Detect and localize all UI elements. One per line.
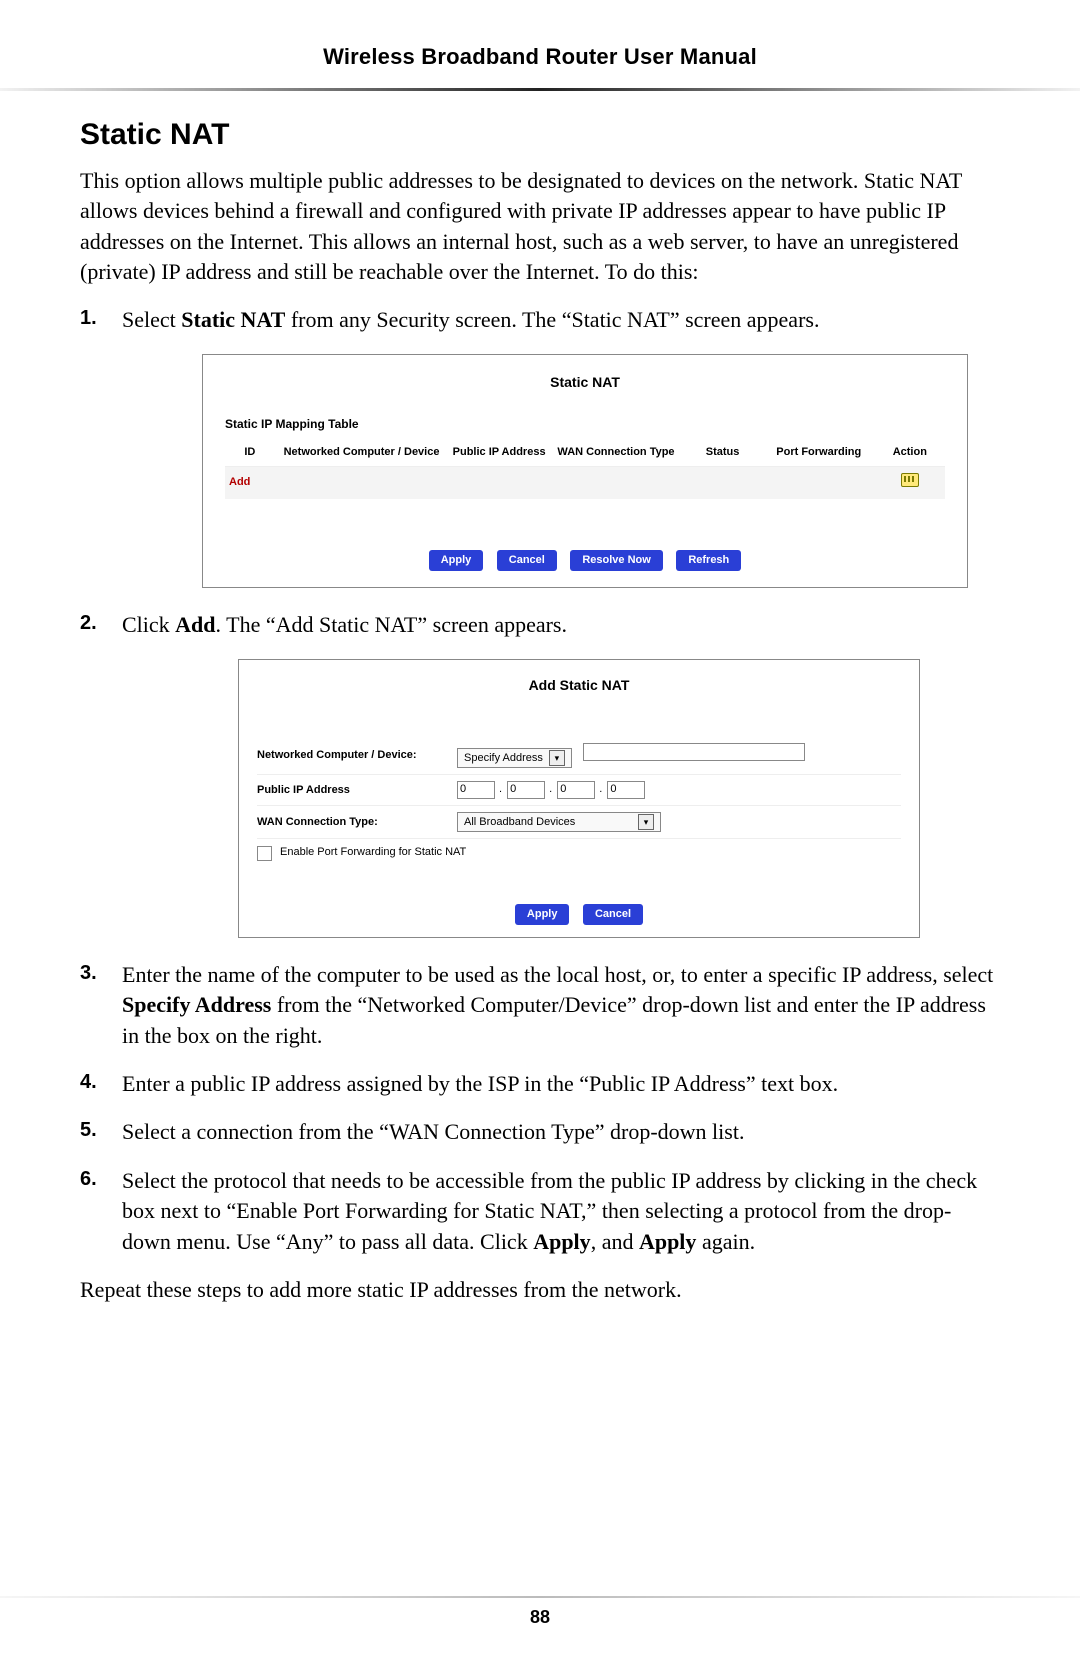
ip-input-group: 0. 0. 0. 0	[457, 781, 647, 799]
table-header-row: ID Networked Computer / Device Public IP…	[225, 439, 945, 467]
closing-paragraph: Repeat these steps to add more static IP…	[80, 1275, 1000, 1305]
step-text: , and	[591, 1229, 639, 1254]
bold-apply-1: Apply	[533, 1229, 590, 1254]
bold-static-nat: Static NAT	[181, 307, 285, 332]
row-networked-device: Networked Computer / Device: Specify Add…	[257, 737, 901, 776]
step-number: 2.	[80, 610, 97, 638]
page-header-title: Wireless Broadband Router User Manual	[0, 44, 1080, 70]
ip-octet-2[interactable]: 0	[507, 781, 545, 799]
step-number: 6.	[80, 1166, 97, 1194]
add-row: Add	[225, 466, 945, 499]
figure1-button-row: Apply Cancel Resolve Now Refresh	[225, 541, 945, 571]
bold-add: Add	[175, 612, 215, 637]
intro-paragraph: This option allows multiple public addre…	[80, 166, 1000, 287]
select-value: Specify Address	[464, 751, 543, 766]
chevron-down-icon: ▾	[549, 750, 565, 766]
step-text: Click	[122, 612, 175, 637]
figure-add-static-nat-screen: Add Static NAT Networked Computer / Devi…	[238, 659, 920, 938]
chevron-down-icon: ▾	[638, 814, 654, 830]
select-value: All Broadband Devices	[464, 815, 575, 830]
step-text: from any Security screen. The “Static NA…	[285, 307, 819, 332]
step-number: 1.	[80, 305, 97, 333]
label-wan-type: WAN Connection Type:	[257, 815, 457, 830]
device-text-input[interactable]	[583, 743, 805, 761]
bold-apply-2: Apply	[639, 1229, 696, 1254]
col-device: Networked Computer / Device	[275, 439, 449, 467]
step-text: Select	[122, 307, 181, 332]
row-enable-port-forwarding: Enable Port Forwarding for Static NAT	[257, 839, 901, 866]
col-id: ID	[225, 439, 275, 467]
static-ip-mapping-table: ID Networked Computer / Device Public IP…	[225, 439, 945, 499]
cancel-button[interactable]: Cancel	[497, 550, 557, 571]
label-public-ip: Public IP Address	[257, 783, 457, 798]
enable-pf-checkbox[interactable]	[257, 846, 272, 861]
row-public-ip: Public IP Address 0. 0. 0. 0	[257, 775, 901, 806]
apply-button[interactable]: Apply	[515, 904, 570, 925]
step-number: 4.	[80, 1069, 97, 1097]
select-networked-device[interactable]: Specify Address ▾	[457, 748, 572, 768]
col-port-forwarding: Port Forwarding	[763, 439, 875, 467]
figure1-subtitle: Static IP Mapping Table	[225, 416, 945, 433]
step-1: 1. Select Static NAT from any Security s…	[80, 305, 1000, 588]
resolve-now-button[interactable]: Resolve Now	[570, 550, 662, 571]
steps-list: 1. Select Static NAT from any Security s…	[80, 305, 1000, 1256]
figure2-button-row: Apply Cancel	[257, 895, 901, 925]
col-public-ip: Public IP Address	[448, 439, 549, 467]
enable-pf-label: Enable Port Forwarding for Static NAT	[280, 845, 466, 860]
step-number: 5.	[80, 1117, 97, 1145]
step-5: 5. Select a connection from the “WAN Con…	[80, 1117, 1000, 1147]
header-rule	[0, 88, 1080, 91]
step-4: 4. Enter a public IP address assigned by…	[80, 1069, 1000, 1099]
col-wan-type: WAN Connection Type	[550, 439, 682, 467]
col-status: Status	[682, 439, 763, 467]
step-text: Select a connection from the “WAN Connec…	[122, 1119, 744, 1144]
manual-page: Wireless Broadband Router User Manual St…	[0, 0, 1080, 1668]
refresh-button[interactable]: Refresh	[676, 550, 741, 571]
step-number: 3.	[80, 960, 97, 988]
step-text: . The “Add Static NAT” screen appears.	[216, 612, 567, 637]
step-text: again.	[696, 1229, 755, 1254]
row-wan-type: WAN Connection Type: All Broadband Devic…	[257, 806, 901, 839]
ip-octet-3[interactable]: 0	[557, 781, 595, 799]
step-3: 3. Enter the name of the computer to be …	[80, 960, 1000, 1051]
add-link[interactable]: Add	[229, 476, 250, 488]
label-networked-device: Networked Computer / Device:	[257, 748, 457, 763]
cancel-button[interactable]: Cancel	[583, 904, 643, 925]
section-heading: Static NAT	[80, 118, 1000, 152]
apply-button[interactable]: Apply	[429, 550, 484, 571]
step-6: 6. Select the protocol that needs to be …	[80, 1166, 1000, 1257]
ip-octet-4[interactable]: 0	[607, 781, 645, 799]
step-text: Enter a public IP address assigned by th…	[122, 1071, 838, 1096]
figure2-title: Add Static NAT	[257, 676, 901, 695]
ip-octet-1[interactable]: 0	[457, 781, 495, 799]
bold-specify-address: Specify Address	[122, 992, 271, 1017]
content-area: Static NAT This option allows multiple p…	[80, 118, 1000, 1327]
step-2: 2. Click Add. The “Add Static NAT” scree…	[80, 610, 1000, 938]
figure-static-nat-screen: Static NAT Static IP Mapping Table ID Ne…	[202, 354, 968, 588]
figure1-title: Static NAT	[225, 373, 945, 392]
page-number: 88	[0, 1607, 1080, 1628]
col-action: Action	[875, 439, 945, 467]
select-wan-type[interactable]: All Broadband Devices ▾	[457, 812, 661, 832]
step-text: Enter the name of the computer to be use…	[122, 962, 993, 987]
footer-rule	[0, 1596, 1080, 1598]
add-action-icon[interactable]	[901, 473, 919, 487]
